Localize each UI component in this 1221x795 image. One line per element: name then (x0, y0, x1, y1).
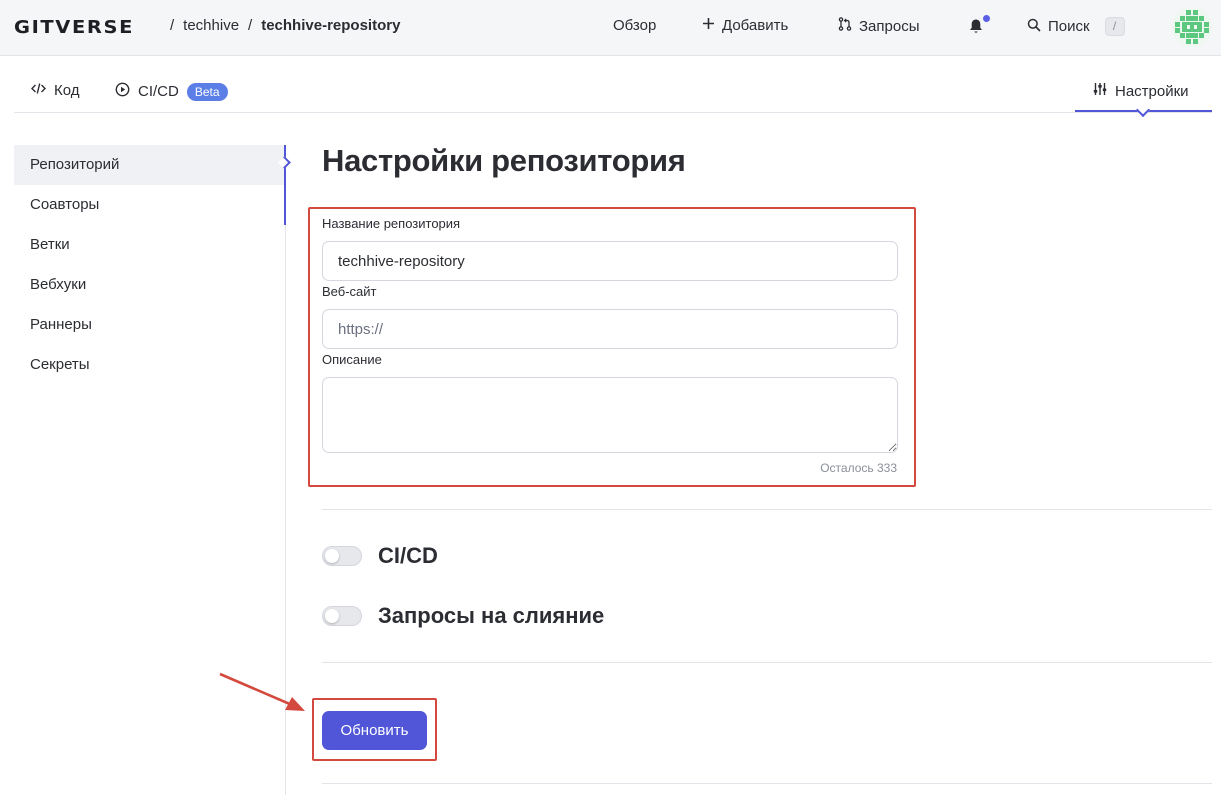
beta-badge: Beta (186, 82, 228, 101)
toggle-row-cicd: CI/CD (322, 543, 438, 569)
play-circle-icon (115, 82, 130, 101)
search-icon (1027, 18, 1041, 36)
repo-name-label: Название репозитория (322, 216, 461, 231)
merge-requests-toggle[interactable] (322, 606, 362, 626)
divider (322, 509, 1212, 510)
repo-name-input[interactable] (322, 241, 898, 281)
annotation-arrow-icon (219, 672, 305, 711)
page-title: Настройки репозитория (322, 143, 686, 178)
update-button[interactable]: Обновить (322, 711, 427, 750)
sidebar-item-webhooks[interactable]: Вебхуки (14, 265, 286, 305)
description-label: Описание (322, 352, 382, 367)
nav-add[interactable]: Добавить (702, 17, 788, 34)
divider (322, 662, 1212, 663)
pull-request-icon (838, 17, 852, 35)
gitverse-logo[interactable]: GITVERSE (14, 17, 134, 38)
breadcrumb-repo[interactable]: techhive-repository (261, 17, 400, 34)
sidebar-item-branches[interactable]: Ветки (14, 225, 286, 265)
tab-settings[interactable]: Настройки (1093, 82, 1189, 100)
sidebar-item-repository[interactable]: Репозиторий (14, 145, 286, 185)
sidebar-item-secrets[interactable]: Секреты (14, 345, 286, 385)
repo-tabs: Код CI/CD Beta Настройки (14, 56, 1212, 118)
website-label: Веб-сайт (322, 284, 377, 299)
nav-overview[interactable]: Обзор (613, 17, 656, 34)
website-input[interactable] (322, 309, 898, 349)
nav-search-label: Поиск (1048, 18, 1090, 35)
tab-cicd-label: CI/CD (138, 83, 179, 100)
notification-dot (983, 15, 990, 22)
merge-requests-toggle-label: Запросы на слияние (378, 603, 605, 628)
active-tab-caret (1135, 102, 1151, 118)
sidebar-item-collaborators[interactable]: Соавторы (14, 185, 286, 225)
breadcrumb-separator: / (248, 17, 253, 34)
nav-requests[interactable]: Запросы (838, 17, 920, 35)
divider (322, 783, 1212, 784)
nav-search[interactable]: Поиск / (1027, 17, 1125, 36)
cicd-toggle[interactable] (322, 546, 362, 566)
bell-icon[interactable] (968, 18, 984, 40)
tab-code-label: Код (54, 82, 80, 99)
breadcrumb-separator: / (170, 17, 175, 34)
breadcrumb: / techhive / techhive-repository (170, 17, 400, 34)
nav-overview-label: Обзор (613, 17, 657, 34)
settings-sidebar: Репозиторий Соавторы Ветки Вебхуки Ранне… (14, 145, 286, 385)
sliders-icon (1093, 82, 1107, 100)
code-icon (31, 82, 46, 99)
nav-add-label: Добавить (722, 17, 789, 34)
avatar[interactable] (1172, 7, 1212, 47)
breadcrumb-owner[interactable]: techhive (183, 17, 239, 34)
description-textarea[interactable] (322, 377, 898, 453)
tab-settings-label: Настройки (1115, 82, 1189, 100)
remaining-chars: Осталось 333 (820, 461, 897, 475)
cicd-toggle-label: CI/CD (378, 543, 438, 568)
tab-cicd[interactable]: CI/CD Beta (115, 82, 228, 101)
tab-code[interactable]: Код (31, 82, 80, 99)
plus-icon (702, 17, 715, 34)
toggle-row-merge-requests: Запросы на слияние (322, 603, 604, 629)
search-shortcut-key: / (1104, 17, 1125, 36)
top-header: GITVERSE / techhive / techhive-repositor… (0, 0, 1221, 56)
nav-requests-label: Запросы (859, 17, 920, 35)
sidebar-item-runners[interactable]: Раннеры (14, 305, 286, 345)
